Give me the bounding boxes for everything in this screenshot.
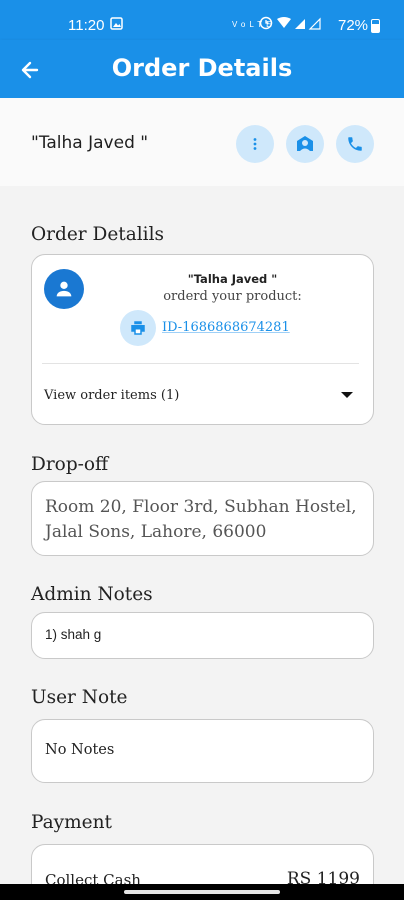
dropoff-address-field[interactable]: Room 20, Floor 3rd, Subhan Hostel, Jalal… [31,481,374,556]
battery-level: 72% [338,17,369,34]
print-button[interactable] [120,310,156,346]
navigation-bar [0,884,404,900]
location-button[interactable] [286,125,324,163]
home-gesture-handle[interactable] [124,890,280,894]
order-customer-name: "Talha Javed " [187,272,278,286]
admin-note-text: 1) shah g [45,627,102,642]
order-subtitle: orderd your product: [163,289,302,304]
status-bar: 11:20 VoLTE 72% [0,0,404,40]
system-status-icons: VoLTE [232,16,328,33]
view-order-items-toggle[interactable]: View order items (1) [44,388,179,403]
call-button[interactable] [336,125,374,163]
order-content: Order Detalils "Talha Javed " orderd you… [0,186,404,900]
status-time: 11:20 [68,17,105,34]
app-bar: Order Details [0,40,404,98]
page-title: Order Details [111,54,293,82]
customer-header: "Talha Javed " [0,98,404,186]
order-id-link[interactable]: ID-1686868674281 [162,320,290,335]
payment-heading: Payment [31,812,112,833]
print-icon [131,321,145,335]
order-details-heading: Order Detalils [31,224,165,245]
phone-icon [348,137,362,151]
dropoff-address: Room 20, Floor 3rd, Subhan Hostel, Jalal… [45,497,357,542]
user-note-heading: User Note [31,687,128,708]
person-icon [44,269,84,309]
user-note-field[interactable]: No Notes [31,719,374,783]
divider [42,363,359,364]
order-card: "Talha Javed " orderd your product: ID-1… [31,254,374,425]
dropdown-icon[interactable] [341,392,353,398]
image-notification-icon [110,17,123,34]
location-icon [297,136,313,151]
admin-notes-field[interactable]: 1) shah g [31,612,374,659]
dropoff-heading: Drop-off [31,454,109,475]
more-vert-icon [253,138,257,150]
admin-notes-heading: Admin Notes [31,584,153,605]
more-options-button[interactable] [236,125,274,163]
customer-name: "Talha Javed " [31,133,149,153]
user-note-text: No Notes [45,742,115,758]
battery-icon [371,19,380,33]
